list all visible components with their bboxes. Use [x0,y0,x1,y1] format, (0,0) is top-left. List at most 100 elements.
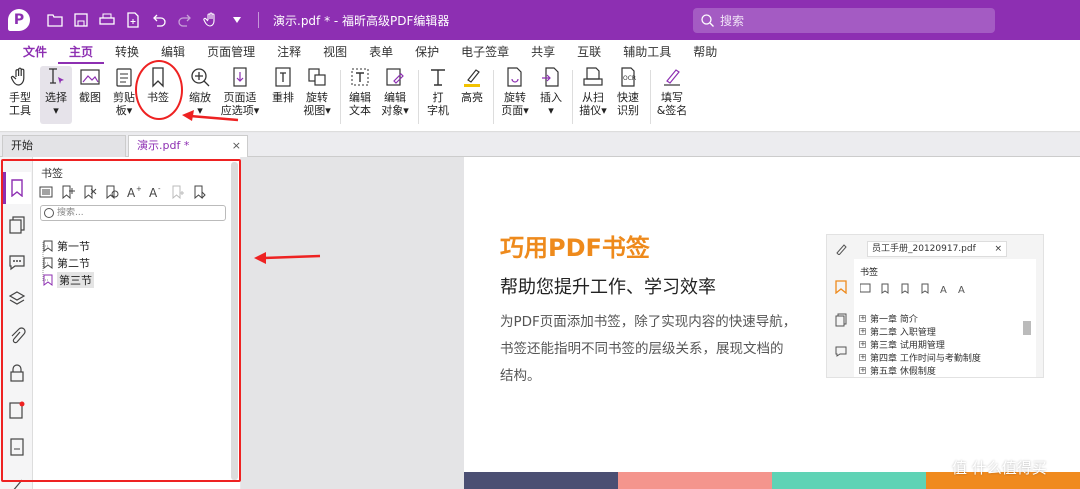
menu-page-manage[interactable]: 页面管理 [196,40,266,64]
mini-bookmark-row: + 第三章 试用期管理 [859,340,945,351]
rotate-page-label-2: 页面▾ [501,104,529,117]
highlight-label: 高亮 [461,91,483,104]
zoom-icon [191,68,210,87]
rotate-page-button[interactable]: 旋转 页面▾ [500,66,530,117]
select-tool-label: 选择 [45,91,67,104]
edit-object-label-2: 对象▾ [381,104,409,117]
paragraph-line: 为PDF页面添加书签，除了实现内容的快速导航， [500,314,797,330]
menu-comment[interactable]: 注释 [266,40,312,64]
clipboard-label-2: 板▾ [115,104,133,117]
fill-sign-button[interactable]: 填写 &签名 [656,66,688,117]
screenshot-icon [80,69,100,85]
page-subheading: 帮助您提升工作、学习效率 [500,277,716,298]
hand-tool-label-2: 工具 [9,104,31,117]
ribbon-separator [340,70,341,124]
fill-sign-label-1: 填写 [661,91,683,104]
reflow-label: 重排 [272,91,294,104]
save-icon[interactable] [70,9,92,31]
clipboard-button[interactable]: 剪贴 板▾ [111,66,137,117]
highlight-button[interactable]: 高亮 [459,66,485,104]
text-select-icon [49,68,64,84]
scan-button[interactable]: 从扫 描仪▾ [578,66,608,117]
quick-access-toolbar [44,9,265,31]
mini-row-label: 第一章 简介 [870,315,918,325]
annotation-box [1,159,241,482]
insert-button[interactable]: 插入 ▾ [538,66,564,117]
page-fit-icon [233,67,247,87]
new-file-icon[interactable] [122,9,144,31]
reflow-icon [275,67,291,87]
mini-comment-icon [835,346,847,357]
tab-start[interactable]: 开始 [2,135,126,157]
hand-icon [10,67,25,86]
scanner-icon [583,67,603,86]
menu-home[interactable]: 主页 [58,40,105,64]
pen-icon [836,244,847,255]
menu-form[interactable]: 表单 [358,40,404,64]
tab-start-label: 开始 [11,139,33,152]
undo-icon[interactable] [148,9,170,31]
mini-close-icon: × [994,244,1002,254]
annotation-arrow-left [254,252,321,264]
menu-share[interactable]: 共享 [520,40,566,64]
menu-protect[interactable]: 保护 [404,40,450,64]
rotate-view-icon [308,68,326,86]
menu-e-signature[interactable]: 电子签章 [450,40,520,64]
folder-open-icon[interactable] [44,9,66,31]
menu-file[interactable]: 文件 [12,40,58,64]
screenshot-button[interactable]: 截图 [77,66,103,104]
redo-icon[interactable] [174,9,196,31]
clipboard-label-1: 剪贴 [113,91,135,104]
screenshot-label: 截图 [79,91,101,104]
edit-object-icon [386,68,404,86]
svg-text:OCR: OCR [623,75,636,82]
edit-object-label-1: 编辑 [384,91,406,104]
menu-accessibility[interactable]: 辅助工具 [612,40,682,64]
ribbon-separator [572,70,573,124]
mini-panel-title: 书签 [860,268,879,278]
color-stripe [618,472,772,489]
document-tab-bar: 开始 演示.pdf * × [0,133,1080,157]
annotation-arrow-up [182,110,239,122]
menu-help[interactable]: 帮助 [682,40,728,64]
typewriter-label-2: 字机 [427,104,449,117]
hand-tool-label-1: 手型 [9,91,31,104]
scan-label-1: 从扫 [582,91,604,104]
edit-object-button[interactable]: 编辑 对象▾ [380,66,410,117]
close-tab-icon[interactable]: × [232,136,241,156]
tab-document-label: 演示.pdf * [137,139,190,152]
rotate-page-label-1: 旋转 [504,91,526,104]
print-icon[interactable] [96,9,118,31]
typewriter-icon [431,69,445,86]
title-bar: P 演示.pdf * - 福昕高级PDF编辑器 搜索 [0,0,1080,40]
typewriter-button[interactable]: 打 字机 [426,66,450,117]
page-heading: 巧用PDF书签 [500,234,650,262]
insert-page-icon [542,67,559,87]
paragraph-line: 书签还能指明不同书签的层级关系，展现文档的 [500,341,784,357]
menu-connect[interactable]: 互联 [566,40,612,64]
mini-scrollbar [1023,321,1031,335]
hand-tool-icon[interactable] [200,9,222,31]
page-paragraph: 为PDF页面添加书签，除了实现内容的快速导航， 书签还能指明不同书签的层级关系，… [500,309,810,390]
search-input[interactable]: 搜索 [693,8,995,33]
reflow-button[interactable]: 重排 [270,66,296,104]
ocr-icon: OCR [621,67,636,87]
tab-document[interactable]: 演示.pdf * × [128,135,248,157]
mini-row-label: 第二章 入职管理 [870,328,936,338]
rotate-view-button[interactable]: 旋转 视图▾ [303,66,331,117]
mini-row-label: 第三章 试用期管理 [870,341,945,351]
toolbar-separator [258,12,259,28]
hand-tool-button[interactable]: 手型 工具 [6,66,34,117]
edit-text-button[interactable]: 编辑 文本 [347,66,373,117]
ocr-button[interactable]: OCR 快速 识别 [615,66,641,117]
clipboard-icon [116,68,132,87]
watermark: 值 什么值得买 [952,459,1047,477]
menu-convert[interactable]: 转换 [104,40,150,64]
embedded-screenshot: 员工手册_20120917.pdf × 书签 A A + 第一章 简介 + 第二章 … [826,234,1044,378]
insert-arrow: ▾ [548,104,554,117]
color-stripe [772,472,926,489]
menu-view[interactable]: 视图 [312,40,358,64]
chevron-down-icon[interactable] [226,9,248,31]
mini-bookmark-row: + 第二章 入职管理 [859,327,936,338]
select-tool-button[interactable]: 选择 ▾ [40,66,72,124]
